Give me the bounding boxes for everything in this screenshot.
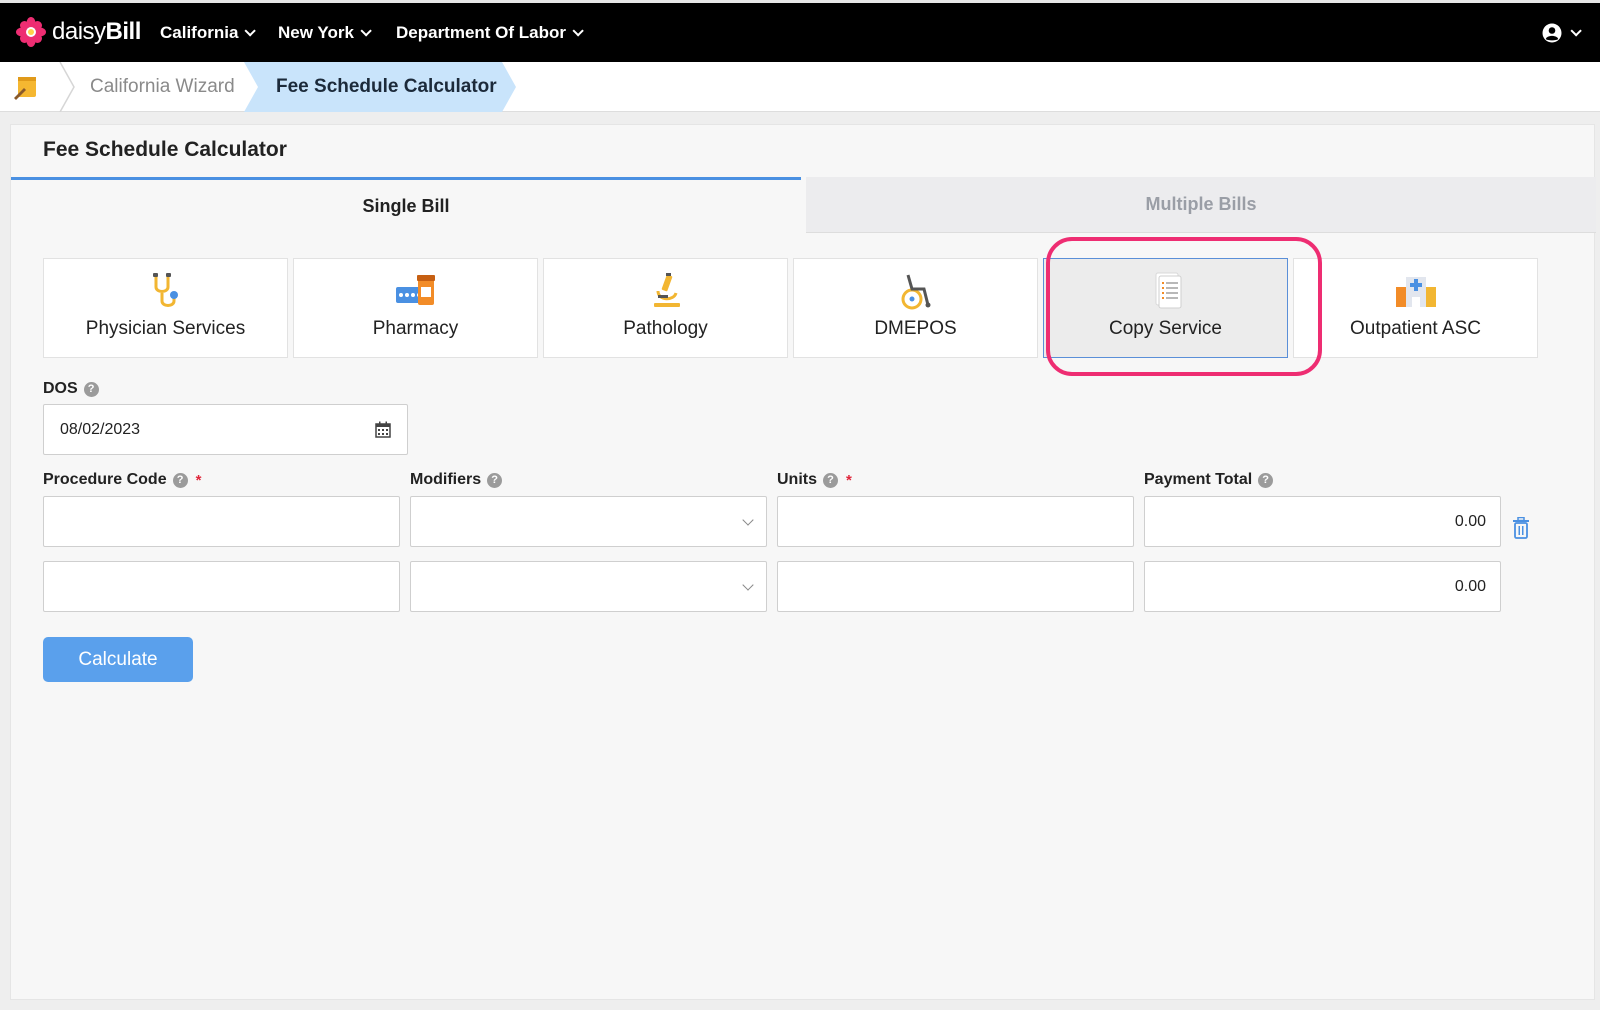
modifiers-select[interactable] [410, 561, 767, 612]
label-text: Payment Total [1144, 471, 1253, 488]
nav-menu-new-york[interactable]: New York [278, 23, 372, 43]
procedure-code-input[interactable] [43, 561, 400, 612]
dos-label: DOS ? [43, 380, 99, 398]
label-text: Units [777, 471, 817, 488]
help-icon[interactable]: ? [83, 381, 99, 397]
nav-menu-label: California [160, 23, 239, 42]
chevron-down-icon [360, 25, 372, 37]
dos-date-field[interactable]: 08/02/2023 [43, 404, 408, 455]
help-icon[interactable]: ? [172, 472, 188, 488]
help-icon[interactable]: ? [823, 472, 838, 488]
tab-label: Multiple Bills [1145, 194, 1257, 214]
required-marker: * [846, 471, 852, 489]
breadcrumb: California Wizard Fee Schedule Calculato… [0, 62, 1600, 112]
chevron-down-icon [572, 25, 584, 37]
tab-single-bill[interactable]: Single Bill [11, 177, 801, 233]
nav-menu-department-of-labor[interactable]: Department Of Labor [396, 23, 584, 43]
category-label: Pathology [623, 318, 708, 339]
payment-total-field[interactable]: 0.00 [1144, 561, 1501, 612]
daisybill-logo[interactable]: daisyBill [16, 17, 141, 47]
category-outpatient-asc[interactable]: Outpatient ASC [1293, 258, 1538, 358]
category-label: Pharmacy [372, 318, 459, 339]
tab-multiple-bills[interactable]: Multiple Bills [806, 177, 1596, 233]
tab-label: Single Bill [362, 196, 450, 216]
nav-menu-label: New York [278, 23, 354, 42]
calculator-panel: Fee Schedule Calculator Single Bill Mult… [10, 124, 1596, 1000]
category-label: DMEPOS [874, 318, 957, 339]
user-menu[interactable] [1542, 23, 1582, 43]
document-icon [1155, 272, 1181, 309]
procedure-code-label: Procedure Code ? * [43, 471, 201, 489]
units-input[interactable] [777, 496, 1134, 547]
user-circle-icon [1542, 23, 1562, 43]
payment-value: 0.00 [1454, 512, 1486, 530]
top-navbar: daisyBill California New York Department… [0, 0, 1600, 62]
nav-menu-california[interactable]: California [160, 23, 257, 43]
category-label: Outpatient ASC [1350, 318, 1481, 339]
microscope-icon [653, 273, 680, 307]
breadcrumb-fee-schedule-calculator[interactable]: Fee Schedule Calculator [276, 76, 497, 98]
daisy-flower-icon [16, 17, 46, 47]
chevron-down-icon [244, 25, 257, 37]
chevron-down-icon [1570, 25, 1582, 37]
category-pharmacy[interactable]: Pharmacy [293, 258, 538, 358]
category-label: Physician Services [85, 318, 246, 339]
wheelchair-icon [901, 274, 930, 310]
label-text: Procedure Code [43, 471, 167, 488]
payment-total-label: Payment Total ? [1144, 471, 1274, 489]
category-dmepos[interactable]: DMEPOS [793, 258, 1038, 358]
trash-icon[interactable] [1511, 517, 1531, 539]
logo-wordmark: daisyBill [52, 18, 141, 45]
units-label: Units ? * [777, 471, 852, 489]
payment-value: 0.00 [1454, 577, 1486, 595]
breadcrumb-separator [59, 62, 75, 112]
help-icon[interactable]: ? [1258, 472, 1274, 488]
calendar-icon[interactable] [375, 421, 391, 438]
help-icon[interactable]: ? [487, 472, 503, 488]
page-title: Fee Schedule Calculator [43, 138, 287, 161]
stethoscope-icon [152, 273, 178, 307]
breadcrumb-california-wizard[interactable]: California Wizard [90, 76, 235, 98]
procedure-code-input[interactable] [43, 496, 400, 547]
category-physician-services[interactable]: Physician Services [43, 258, 288, 358]
chevron-down-icon [742, 579, 754, 591]
button-label: Calculate [78, 648, 158, 670]
chevron-down-icon [742, 514, 754, 526]
calculate-button[interactable]: Calculate [43, 637, 193, 682]
category-label: Copy Service [1109, 318, 1222, 339]
label-text: Modifiers [410, 471, 482, 488]
dos-value: 08/02/2023 [60, 420, 141, 438]
required-marker: * [195, 471, 202, 489]
notepad-icon[interactable] [12, 74, 40, 100]
modifiers-label: Modifiers ? [410, 471, 503, 489]
units-input[interactable] [777, 561, 1134, 612]
dos-label-text: DOS [43, 380, 78, 397]
category-pathology[interactable]: Pathology [543, 258, 788, 358]
hospital-icon [1395, 277, 1436, 307]
payment-total-field[interactable]: 0.00 [1144, 496, 1501, 547]
modifiers-select[interactable] [410, 496, 767, 547]
nav-menu-label: Department Of Labor [396, 23, 567, 42]
category-copy-service[interactable]: Copy Service [1043, 258, 1288, 358]
pill-bottle-icon [395, 275, 435, 305]
